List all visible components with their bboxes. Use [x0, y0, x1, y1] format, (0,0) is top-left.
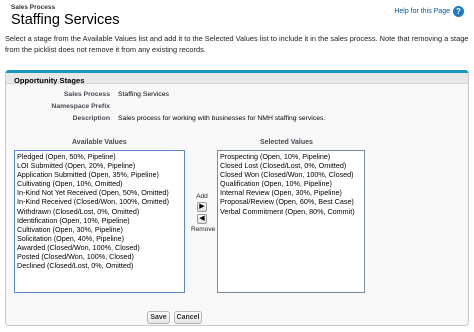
page-title: Staffing Services	[11, 12, 120, 28]
list-option[interactable]: Withdrawn (Closed/Lost, 0%, Omitted)	[17, 207, 182, 216]
list-option[interactable]: Pledged (Open, 50%, Pipeline)	[17, 152, 182, 161]
field-label: Namespace Prefix	[51, 103, 110, 110]
available-values-list[interactable]: Pledged (Open, 50%, Pipeline) LOI Submitt…	[14, 150, 185, 293]
field-label: Description	[72, 115, 110, 122]
list-option[interactable]: Application Submitted (Open, 35%, Pipeli…	[17, 170, 182, 179]
field-value: Sales process for working with businesse…	[118, 115, 326, 122]
opportunity-stages-panel: Opportunity Stages Sales Process Staffin…	[5, 70, 469, 326]
field-label: Sales Process	[63, 91, 110, 98]
add-label: Add	[196, 193, 208, 200]
list-option[interactable]: Posted (Closed/Won, 100%, Closed)	[17, 252, 182, 261]
list-option[interactable]: Cultivating (Open, 10%, Omitted)	[17, 179, 182, 188]
list-option[interactable]: Prospecting (Open, 10%, Pipeline)	[220, 152, 362, 161]
list-option[interactable]: Cultivation (Open, 30%, Pipeline)	[17, 225, 182, 234]
list-option[interactable]: Verbal Commitment (Open, 80%, Commit)	[220, 207, 362, 216]
help-link[interactable]: Help for this Page	[394, 8, 450, 15]
list-option[interactable]: Awarded (Closed/Won, 100%, Closed)	[17, 243, 182, 252]
list-option[interactable]: Qualification (Open, 10%, Pipeline)	[220, 179, 362, 188]
add-arrow-icon[interactable]: ▶	[197, 202, 207, 212]
list-option[interactable]: Closed Won (Closed/Won, 100%, Closed)	[220, 170, 362, 179]
available-values-heading: Available Values	[72, 139, 127, 146]
help-icon[interactable]: ?	[453, 6, 464, 17]
list-option[interactable]: Proposal/Review (Open, 60%, Best Case)	[220, 197, 362, 206]
remove-label: Remove	[191, 226, 216, 233]
selected-values-list[interactable]: Prospecting (Open, 10%, Pipeline) Closed …	[217, 150, 365, 293]
panel-title: Opportunity Stages	[14, 76, 85, 85]
remove-arrow-icon[interactable]: ◀	[197, 214, 207, 224]
list-option[interactable]: Closed Lost (Closed/Lost, 0%, Omitted)	[220, 161, 362, 170]
instructions-text: Select a stage from the Available Values…	[5, 34, 469, 54]
breadcrumb: Sales Process	[11, 4, 56, 11]
list-option[interactable]: Identification (Open, 10%, Pipeline)	[17, 216, 182, 225]
selected-values-heading: Selected Values	[260, 139, 313, 146]
field-row-description: Description Sales process for working wi…	[6, 115, 446, 126]
list-option[interactable]: In-Kind Not Yet Received (Open, 50%, Omi…	[17, 188, 182, 197]
field-row-namespace-prefix: Namespace Prefix	[6, 103, 446, 114]
list-option[interactable]: Internal Review (Open, 30%, Pipeline)	[220, 188, 362, 197]
cancel-button[interactable]: Cancel	[174, 311, 202, 324]
save-button[interactable]: Save	[147, 311, 170, 324]
list-option[interactable]: Declined (Closed/Lost, 0%, Omitted)	[17, 261, 182, 270]
add-remove-controls: Add ▶ ◀ Remove	[191, 193, 216, 233]
list-option[interactable]: Solicitation (Open, 40%, Pipeline)	[17, 234, 182, 243]
page-header: Sales Process Staffing Services Help for…	[6, 3, 468, 31]
field-row-sales-process: Sales Process Staffing Services	[6, 91, 446, 102]
list-option[interactable]: In-Kind Received (Closed/Won, 100%, Omit…	[17, 197, 182, 206]
field-value: Staffing Services	[118, 91, 169, 98]
list-option[interactable]: LOI Submitted (Open, 20%, Pipeline)	[17, 161, 182, 170]
